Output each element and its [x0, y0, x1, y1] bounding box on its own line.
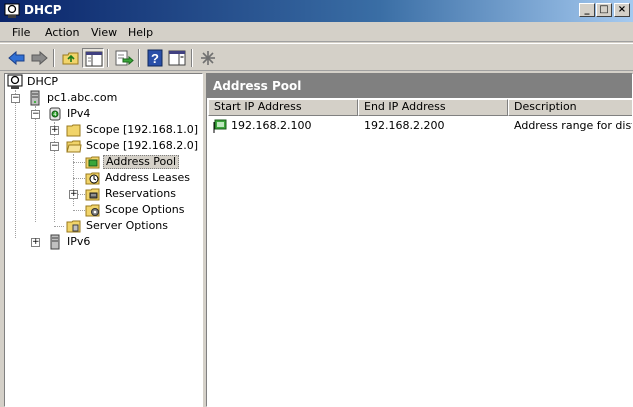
expand-ipv6-toggle[interactable]: +: [31, 238, 40, 247]
forward-arrow-icon: [31, 50, 48, 66]
tree-label-scope-options: Scope Options: [105, 203, 185, 216]
back-button[interactable]: [6, 48, 28, 68]
close-button[interactable]: ×: [614, 3, 630, 17]
tree-label-dhcp: DHCP: [27, 75, 59, 88]
menu-bar: File Action View Help: [0, 22, 633, 42]
expand-scope1-toggle[interactable]: +: [50, 126, 59, 135]
collapse-server-toggle[interactable]: −: [11, 94, 20, 103]
menu-help[interactable]: Help: [128, 26, 153, 39]
toolbar: ?: [0, 43, 633, 71]
details-pane: Address Pool Start IP Address End IP Add…: [206, 73, 633, 407]
tree-label-server-options: Server Options: [86, 219, 169, 232]
folder-open-icon: [66, 140, 82, 153]
up-folder-icon: [62, 52, 79, 65]
column-header-start-ip[interactable]: Start IP Address: [208, 99, 358, 116]
console-tree[interactable]: DHCP − pc1.abc.com − 4 IPv4 + Scope [192…: [4, 73, 203, 407]
server-icon: [30, 90, 40, 106]
dhcp-app-icon: [4, 3, 20, 18]
tree-label-reservations: Reservations: [105, 187, 176, 200]
svg-text:?: ?: [151, 51, 159, 66]
tree-label-address-pool: Address Pool: [103, 155, 180, 169]
tree-label-ipv4: IPv4: [67, 107, 91, 120]
cell-description: Address range for distrib: [514, 119, 632, 132]
address-pool-icon: [85, 156, 100, 169]
ipv4-icon: 4: [49, 107, 61, 121]
action-pane-button[interactable]: [166, 48, 188, 68]
tree-label-server: pc1.abc.com: [47, 91, 118, 104]
help-icon: ?: [147, 49, 163, 67]
collapse-ipv4-toggle[interactable]: −: [31, 110, 40, 119]
up-one-level-button[interactable]: [60, 48, 82, 68]
folder-icon: [66, 124, 81, 137]
menu-view[interactable]: View: [91, 26, 117, 39]
cell-start-ip: 192.168.2.100: [231, 119, 312, 132]
details-header: Address Pool: [207, 74, 632, 98]
expand-reservations-toggle[interactable]: +: [69, 190, 78, 199]
menu-file[interactable]: File: [12, 26, 30, 39]
export-list-icon: [115, 50, 134, 66]
show-hide-console-tree-button[interactable]: [82, 48, 104, 68]
minimize-button[interactable]: _: [579, 3, 595, 17]
maximize-button[interactable]: □: [596, 3, 612, 17]
back-arrow-icon: [8, 50, 25, 66]
scope-options-icon: [85, 204, 100, 217]
column-header-description[interactable]: Description: [508, 99, 632, 116]
ip-range-icon: [213, 119, 227, 133]
collapse-scope2-toggle[interactable]: −: [50, 142, 59, 151]
reservations-icon: [85, 188, 100, 201]
tree-label-address-leases: Address Leases: [105, 171, 190, 184]
refresh-asterisk-button[interactable]: [197, 48, 219, 68]
tree-label-scope1: Scope [192.168.1.0] Po: [86, 123, 203, 136]
column-header-end-ip[interactable]: End IP Address: [358, 99, 508, 116]
svg-text:4: 4: [53, 112, 56, 118]
show-hide-console-tree-icon: [85, 51, 103, 67]
asterisk-icon: [201, 51, 215, 65]
help-button[interactable]: ?: [144, 48, 166, 68]
menu-action[interactable]: Action: [45, 26, 79, 39]
tree-label-ipv6: IPv6: [67, 235, 91, 248]
forward-button[interactable]: [28, 48, 50, 68]
address-leases-icon: [85, 172, 100, 185]
title-bar: DHCP _ □ ×: [0, 0, 633, 22]
tree-label-scope2: Scope [192.168.2.0] Po: [86, 139, 203, 152]
window-title: DHCP: [24, 3, 62, 17]
server-options-icon: [66, 220, 81, 233]
details-title: Address Pool: [213, 79, 302, 93]
action-pane-icon: [168, 50, 186, 66]
ipv6-icon: [50, 234, 60, 250]
cell-end-ip: 192.168.2.200: [364, 119, 445, 132]
dhcp-icon: [7, 74, 23, 89]
export-list-button[interactable]: [113, 48, 135, 68]
